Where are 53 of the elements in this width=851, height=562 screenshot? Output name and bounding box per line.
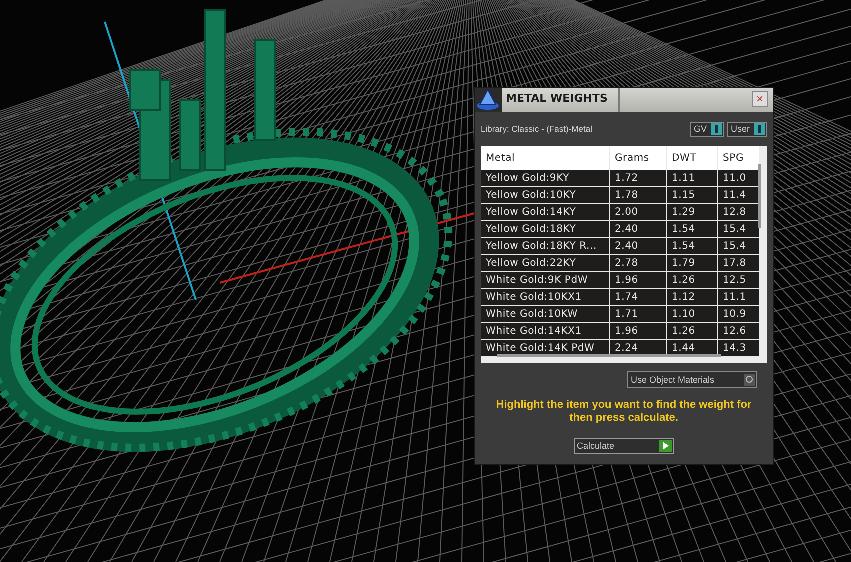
table-cell: Yellow Gold:18KY R... bbox=[481, 238, 610, 254]
table-cell: Yellow Gold:10KY bbox=[481, 187, 610, 203]
table-cell: 1.74 bbox=[610, 289, 667, 305]
toggle-button[interactable]: GV bbox=[690, 122, 724, 136]
table-cell: 2.00 bbox=[610, 204, 667, 220]
table-cell-text: 11.1 bbox=[722, 290, 748, 304]
table-cell: Yellow Gold:18KY bbox=[481, 221, 610, 237]
table-cell: 1.29 bbox=[667, 204, 718, 220]
scale-icon bbox=[476, 89, 500, 111]
table-cell: Yellow Gold:9KY bbox=[481, 170, 610, 186]
instruction-text: Highlight the item you want to find the weight for then press calculate. bbox=[495, 398, 753, 425]
table-cell: White Gold:10KX1 bbox=[481, 289, 610, 305]
table-cell: 2.40 bbox=[610, 221, 667, 237]
vertical-scrollbar[interactable] bbox=[758, 164, 761, 228]
table-cell: White Gold:9K PdW bbox=[481, 272, 610, 288]
toggle-button[interactable]: User bbox=[726, 122, 767, 136]
table-cell: 1.78 bbox=[610, 187, 667, 203]
table-cell: 1.71 bbox=[610, 306, 667, 322]
library-label: Library: Classic - (Fast)-Metal bbox=[481, 124, 594, 134]
table-cell: 1.12 bbox=[667, 289, 718, 305]
table-cell: 1.96 bbox=[610, 272, 667, 288]
table-cell-text: 15.4 bbox=[722, 222, 748, 236]
table-cell: White Gold:10KW bbox=[481, 306, 610, 322]
use-object-materials-toggle[interactable]: Use Object Materials bbox=[627, 371, 757, 388]
table-cell: 1.96 bbox=[610, 323, 667, 339]
table-cell-text: 14.3 bbox=[722, 342, 748, 356]
table-cell: 2.40 bbox=[610, 238, 667, 254]
table-cell: 1.15 bbox=[667, 187, 718, 203]
close-button[interactable]: × bbox=[752, 91, 768, 107]
table-cell: 1.54 bbox=[667, 221, 718, 237]
table-cell-text: 12.6 bbox=[722, 324, 748, 338]
table-cell-text: 17.8 bbox=[722, 256, 748, 270]
window-title: METAL WEIGHTS bbox=[502, 88, 620, 112]
table-cell-text: 12.5 bbox=[722, 274, 748, 288]
table-cell-text: 15.4 bbox=[722, 240, 748, 254]
calculate-button[interactable]: Calculate bbox=[574, 438, 674, 454]
table-cell-text: 10.9 bbox=[722, 308, 748, 322]
table-cell: Yellow Gold:22KY bbox=[481, 255, 610, 271]
table-cell-text: 11.4 bbox=[722, 188, 748, 202]
horizontal-scrollbar[interactable] bbox=[497, 354, 721, 357]
table-cell: 1.26 bbox=[667, 272, 718, 288]
table-cell: 1.79 bbox=[667, 255, 718, 271]
table-cell-text: 11.0 bbox=[722, 172, 748, 186]
table-cell: 1.26 bbox=[667, 323, 718, 339]
table-cell: 1.11 bbox=[667, 170, 718, 186]
play-icon bbox=[662, 442, 668, 450]
table-cell: White Gold:14KX1 bbox=[481, 323, 610, 339]
table-cell: 1.10 bbox=[667, 306, 718, 322]
table-cell: Yellow Gold:14KY bbox=[481, 204, 610, 220]
table-cell: 1.72 bbox=[610, 170, 667, 186]
table-cell: 1.54 bbox=[667, 238, 718, 254]
table-cell-text: 12.8 bbox=[722, 206, 748, 220]
table-cell: 2.78 bbox=[610, 255, 667, 271]
